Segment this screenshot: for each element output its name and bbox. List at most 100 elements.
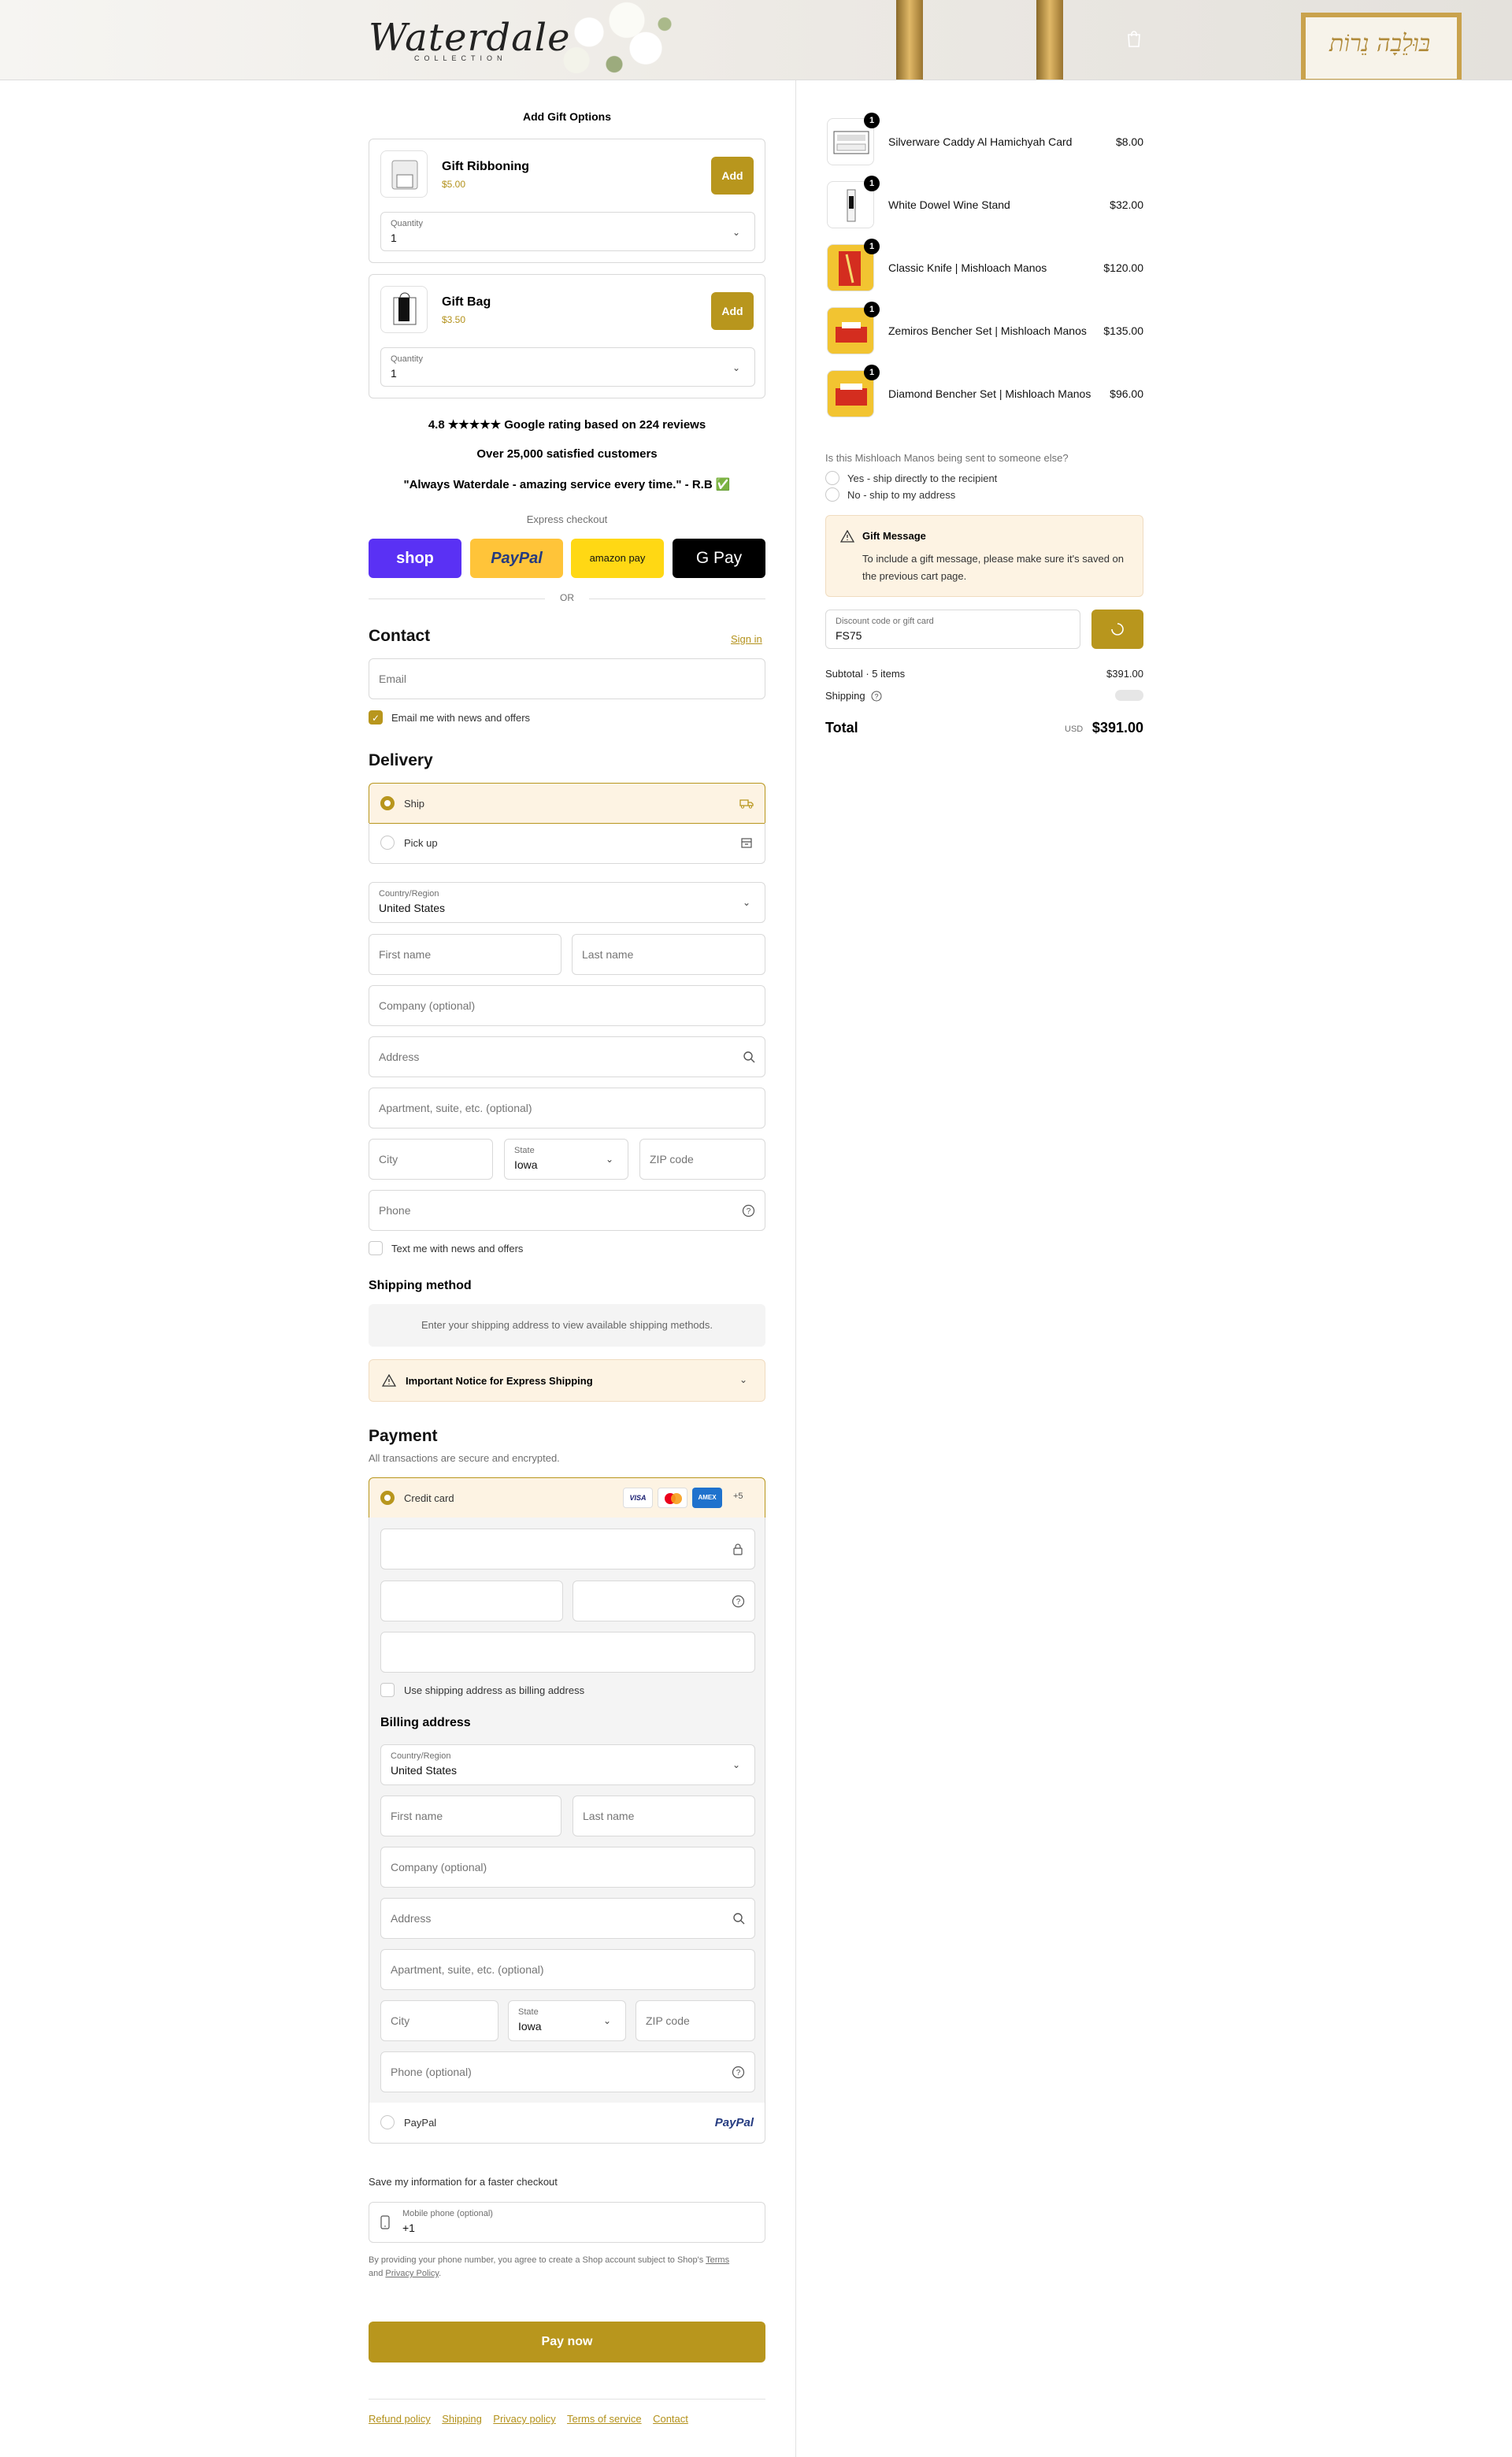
phone-field[interactable]: Phone ? [369,1190,765,1231]
gift-ribbon-thumbnail [380,150,428,198]
sign-in-link[interactable]: Sign in [731,633,762,645]
cart-item-thumbnail: 1 [827,113,880,165]
company-field[interactable]: Company (optional) [369,985,765,1026]
shop-pay-button[interactable]: shop [369,539,461,578]
pickup-radio[interactable] [380,836,395,850]
phone-placeholder: Phone [379,1204,411,1217]
cart-item-price: $8.00 [1115,135,1143,148]
country-label: Country/Region [379,889,439,899]
help-circle-icon[interactable]: ? [742,1204,755,1221]
testimonial-text: "Always Waterdale - amazing service ever… [403,478,731,491]
billing-country-select[interactable]: Country/Region United States ⌄ [380,1744,755,1785]
amex-icon: AMEX [692,1488,722,1508]
zip-field[interactable]: ZIP code [639,1139,765,1180]
store-icon [739,836,754,850]
card-number-field[interactable] [380,1529,755,1569]
text-news-checkbox[interactable] [369,1241,383,1255]
ship-to-me-label: No - ship to my address [847,489,956,501]
shop-disclaimer: By providing your phone number, you agre… [369,2254,765,2281]
refund-policy-link[interactable]: Refund policy [369,2413,431,2425]
shipping-method-heading: Shipping method [369,1279,472,1292]
email-field[interactable]: Email [369,658,765,699]
apartment-placeholder: Apartment, suite, etc. (optional) [379,1102,532,1114]
apartment-field[interactable]: Apartment, suite, etc. (optional) [369,1088,765,1128]
use-shipping-checkbox[interactable] [380,1683,395,1697]
gift-bag-quantity-select[interactable]: Quantity 1 ⌄ [380,347,755,387]
cart-item-name: Silverware Caddy Al Hamichyah Card [888,135,1073,148]
card-name-field[interactable] [380,1632,755,1673]
gift-option-ribboning: Gift Ribboning $5.00 Add Quantity 1 ⌄ [369,139,765,263]
amazon-pay-button[interactable]: amazon pay [571,539,664,578]
add-gift-ribboning-button[interactable]: Add [711,157,754,195]
billing-apartment-field[interactable]: Apartment, suite, etc. (optional) [380,1949,755,1990]
card-expiry-field[interactable] [380,1581,563,1621]
state-select[interactable]: State Iowa ⌄ [504,1139,628,1180]
svg-text:?: ? [736,1598,741,1606]
shopping-bag-icon[interactable] [1126,30,1142,49]
paypal-express-button[interactable]: PayPal [470,539,563,578]
card-cvv-field[interactable]: ? [573,1581,755,1621]
country-select[interactable]: Country/Region United States ⌄ [369,882,765,923]
discount-code-field[interactable]: Discount code or gift card FS75 [825,610,1080,649]
delivery-heading: Delivery [369,751,433,769]
company-placeholder: Company (optional) [391,1861,487,1873]
city-placeholder: City [379,1153,398,1166]
site-header: Waterdale COLLECTION בּוּלֵבָה נֵרוֹת [0,0,1512,80]
help-circle-icon[interactable]: ? [732,2066,745,2083]
gift-message-notice: Gift Message To include a gift message, … [825,515,1143,597]
city-field[interactable]: City [369,1139,493,1180]
ship-radio[interactable] [380,796,395,810]
pickup-label: Pick up [404,837,438,849]
contact-link[interactable]: Contact [653,2413,688,2425]
add-gift-bag-button[interactable]: Add [711,292,754,330]
ship-to-recipient-radio[interactable] [825,471,839,485]
ship-to-me-radio[interactable] [825,487,839,502]
help-circle-icon[interactable]: ? [732,1595,745,1612]
cart-item-thumbnail: 1 [827,302,880,354]
subtotal-label: Subtotal · 5 items [825,668,906,680]
billing-state-select[interactable]: State Iowa ⌄ [508,2000,626,2041]
country-value: United States [379,902,446,914]
billing-company-field[interactable]: Company (optional) [380,1847,755,1888]
quantity-label: Quantity [391,219,423,228]
ship-option[interactable]: Ship [369,783,765,824]
waterdale-logo[interactable]: Waterdale COLLECTION [369,16,570,65]
cart-item-price: $96.00 [1110,387,1143,400]
gift-ribbon-quantity-select[interactable]: Quantity 1 ⌄ [380,212,755,251]
credit-card-radio[interactable] [380,1491,395,1505]
payment-heading: Payment [369,1427,438,1445]
credit-card-option[interactable]: Credit card VISA AMEX +5 [369,1477,765,1518]
billing-last-name-field[interactable]: Last name [573,1796,755,1836]
cart-item-name: White Dowel Wine Stand [888,198,1010,211]
terms-link[interactable]: Terms [706,2255,729,2265]
help-circle-icon[interactable]: ? [871,691,882,706]
email-news-checkbox[interactable]: ✓ [369,710,383,724]
privacy-policy-footer-link[interactable]: Privacy policy [493,2413,555,2425]
terms-of-service-link[interactable]: Terms of service [567,2413,642,2425]
last-name-field[interactable]: Last name [572,934,765,975]
pay-now-button[interactable]: Pay now [369,2322,765,2362]
privacy-policy-link[interactable]: Privacy Policy [385,2269,439,2278]
express-notice-label: Important Notice for Express Shipping [406,1375,593,1387]
gold-candle-image [1036,0,1063,80]
state-label: State [514,1146,535,1155]
paypal-option[interactable]: PayPal PayPal [369,2103,765,2144]
apply-discount-button[interactable] [1091,610,1143,649]
billing-city-field[interactable]: City [380,2000,498,2041]
footer-divider [369,2399,765,2400]
google-pay-button[interactable]: G Pay [673,539,765,578]
billing-zip-field[interactable]: ZIP code [636,2000,755,2041]
subtotal-value: $391.00 [1106,668,1143,680]
city-placeholder: City [391,2014,410,2027]
pickup-option[interactable]: Pick up [369,823,765,864]
paypal-radio[interactable] [380,2115,395,2129]
mobile-phone-field[interactable]: Mobile phone (optional) +1 [369,2202,765,2243]
shipping-policy-link[interactable]: Shipping [442,2413,482,2425]
email-news-label: Email me with news and offers [391,712,531,724]
express-shipping-notice[interactable]: Important Notice for Express Shipping ⌄ [369,1359,765,1402]
billing-first-name-field[interactable]: First name [380,1796,561,1836]
billing-address-field[interactable]: Address [380,1898,755,1939]
address-field[interactable]: Address [369,1036,765,1077]
first-name-field[interactable]: First name [369,934,561,975]
billing-phone-field[interactable]: Phone (optional) ? [380,2051,755,2092]
